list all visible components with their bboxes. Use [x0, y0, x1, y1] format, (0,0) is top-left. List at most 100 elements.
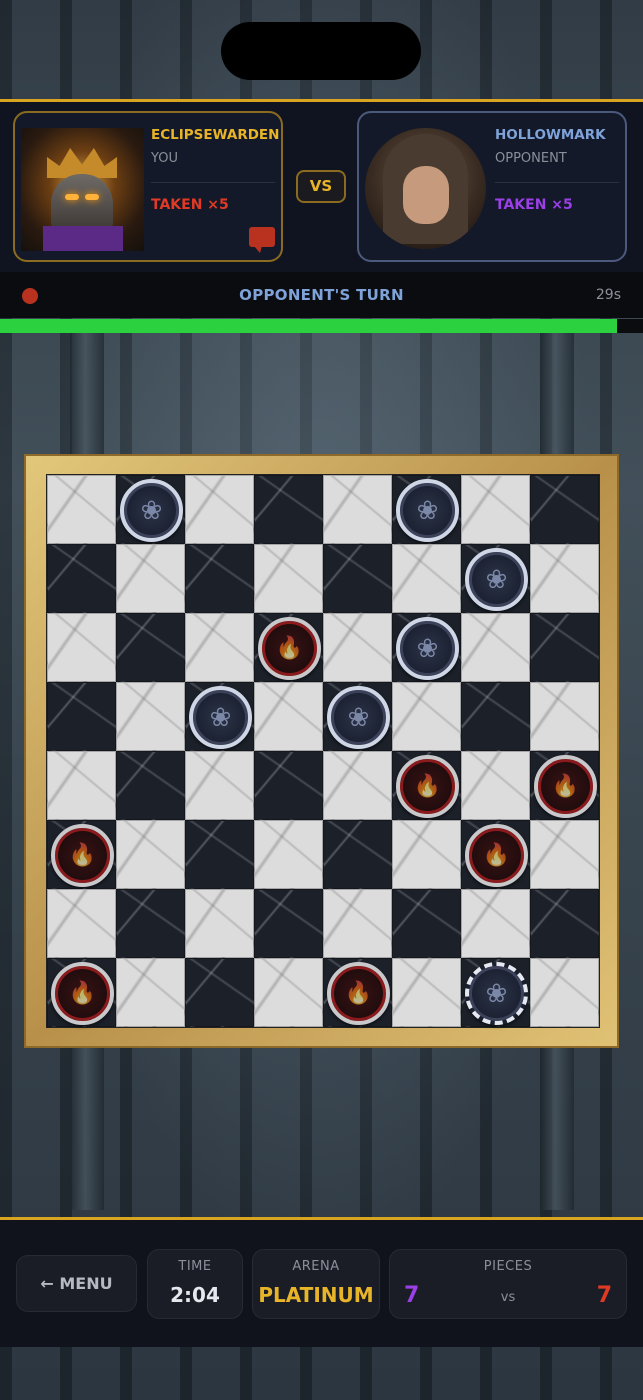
board-square[interactable]: ❀	[323, 682, 392, 751]
shadow-piece[interactable]: ❀	[327, 686, 390, 749]
board-square[interactable]: ❀	[392, 613, 461, 682]
board-square[interactable]	[254, 889, 323, 958]
hood-emblem-icon: ❀	[416, 633, 439, 664]
board-square[interactable]	[392, 544, 461, 613]
player-card-opponent: HOLLOWMARK OPPONENT TAKEN ×5	[357, 111, 627, 262]
board-square[interactable]: 🔥	[47, 820, 116, 889]
board-square[interactable]: 🔥	[461, 820, 530, 889]
board-square[interactable]: ❀	[461, 958, 530, 1027]
menu-button[interactable]: ← MENU	[16, 1255, 137, 1312]
flame-piece[interactable]: 🔥	[51, 962, 114, 1025]
board-square[interactable]	[185, 475, 254, 544]
board-square[interactable]	[530, 958, 599, 1027]
board-square[interactable]	[323, 544, 392, 613]
board-square[interactable]	[254, 682, 323, 751]
board-square[interactable]: 🔥	[47, 958, 116, 1027]
flame-piece[interactable]: 🔥	[396, 755, 459, 818]
shadow-piece[interactable]: ❀	[396, 617, 459, 680]
flame-piece[interactable]: 🔥	[51, 824, 114, 887]
device-notch	[221, 22, 421, 80]
board-square[interactable]	[530, 820, 599, 889]
arena-value: PLATINUM	[258, 1283, 374, 1307]
player-name-you: ECLIPSEWARDEN	[151, 127, 280, 143]
shadow-piece[interactable]: ❀	[396, 479, 459, 542]
board-square[interactable]	[116, 613, 185, 682]
board-square[interactable]	[530, 475, 599, 544]
board-square[interactable]	[323, 751, 392, 820]
board-square[interactable]	[185, 820, 254, 889]
hood-emblem-icon: ❀	[416, 495, 439, 526]
chat-icon[interactable]	[249, 227, 275, 253]
board-square[interactable]	[254, 544, 323, 613]
pieces-label: PIECES	[483, 1259, 533, 1274]
board-square[interactable]	[47, 889, 116, 958]
board-square[interactable]	[254, 751, 323, 820]
board-square[interactable]	[116, 682, 185, 751]
board-square[interactable]: 🔥	[254, 613, 323, 682]
shadow-piece[interactable]: ❀	[120, 479, 183, 542]
board-square[interactable]	[461, 751, 530, 820]
board-square[interactable]: ❀	[392, 475, 461, 544]
board-square[interactable]	[323, 475, 392, 544]
board-square[interactable]	[254, 958, 323, 1027]
board-square[interactable]	[254, 820, 323, 889]
board-square[interactable]	[530, 613, 599, 682]
board-square[interactable]	[185, 613, 254, 682]
board-square[interactable]	[116, 751, 185, 820]
board-square[interactable]	[392, 958, 461, 1027]
board-square[interactable]	[47, 613, 116, 682]
board-square[interactable]: 🔥	[323, 958, 392, 1027]
board-square[interactable]	[254, 475, 323, 544]
board-square[interactable]	[461, 682, 530, 751]
arena-panel: ARENA PLATINUM	[252, 1249, 380, 1319]
board-square[interactable]: 🔥	[392, 751, 461, 820]
flame-icon: 🔥	[551, 773, 580, 799]
board-square[interactable]	[116, 889, 185, 958]
player-role-opponent: OPPONENT	[495, 151, 567, 166]
board-square[interactable]	[530, 682, 599, 751]
board-square[interactable]: ❀	[185, 682, 254, 751]
hood-emblem-icon: ❀	[485, 564, 508, 595]
flame-piece[interactable]: 🔥	[258, 617, 321, 680]
board-square[interactable]	[116, 544, 185, 613]
board-square[interactable]	[392, 820, 461, 889]
board-square[interactable]	[323, 889, 392, 958]
board-square[interactable]	[530, 544, 599, 613]
board-square[interactable]: 🔥	[530, 751, 599, 820]
divider	[495, 182, 619, 183]
board-square[interactable]	[392, 889, 461, 958]
board-square[interactable]	[461, 613, 530, 682]
footer-bar: ← MENU TIME 2:04 ARENA PLATINUM PIECES 7…	[0, 1217, 643, 1347]
board-square[interactable]	[47, 682, 116, 751]
board-square[interactable]	[185, 751, 254, 820]
board-square[interactable]	[323, 820, 392, 889]
board-square[interactable]	[530, 889, 599, 958]
pieces-panel: PIECES 7 vs 7	[389, 1249, 627, 1319]
flame-icon: 🔥	[68, 842, 97, 868]
arena-label: ARENA	[292, 1259, 340, 1274]
board-square[interactable]	[461, 475, 530, 544]
board-square[interactable]	[47, 544, 116, 613]
hood-emblem-icon: ❀	[140, 495, 163, 526]
flame-piece[interactable]: 🔥	[534, 755, 597, 818]
board-square[interactable]	[461, 889, 530, 958]
board-square[interactable]	[47, 751, 116, 820]
board-square[interactable]	[185, 958, 254, 1027]
board-square[interactable]	[185, 889, 254, 958]
board-square[interactable]	[116, 820, 185, 889]
shadow-piece[interactable]: ❀	[189, 686, 252, 749]
flame-piece[interactable]: 🔥	[327, 962, 390, 1025]
board-square[interactable]: ❀	[461, 544, 530, 613]
shadow-piece[interactable]: ❀	[465, 962, 528, 1025]
shadow-piece[interactable]: ❀	[465, 548, 528, 611]
flame-icon: 🔥	[344, 980, 373, 1006]
board-square[interactable]	[392, 682, 461, 751]
turn-progress-fill	[0, 319, 618, 333]
board-square[interactable]	[185, 544, 254, 613]
board-square[interactable]	[47, 475, 116, 544]
flame-piece[interactable]: 🔥	[465, 824, 528, 887]
board-square[interactable]	[323, 613, 392, 682]
avatar-opponent	[365, 128, 486, 249]
board-square[interactable]	[116, 958, 185, 1027]
board-square[interactable]: ❀	[116, 475, 185, 544]
